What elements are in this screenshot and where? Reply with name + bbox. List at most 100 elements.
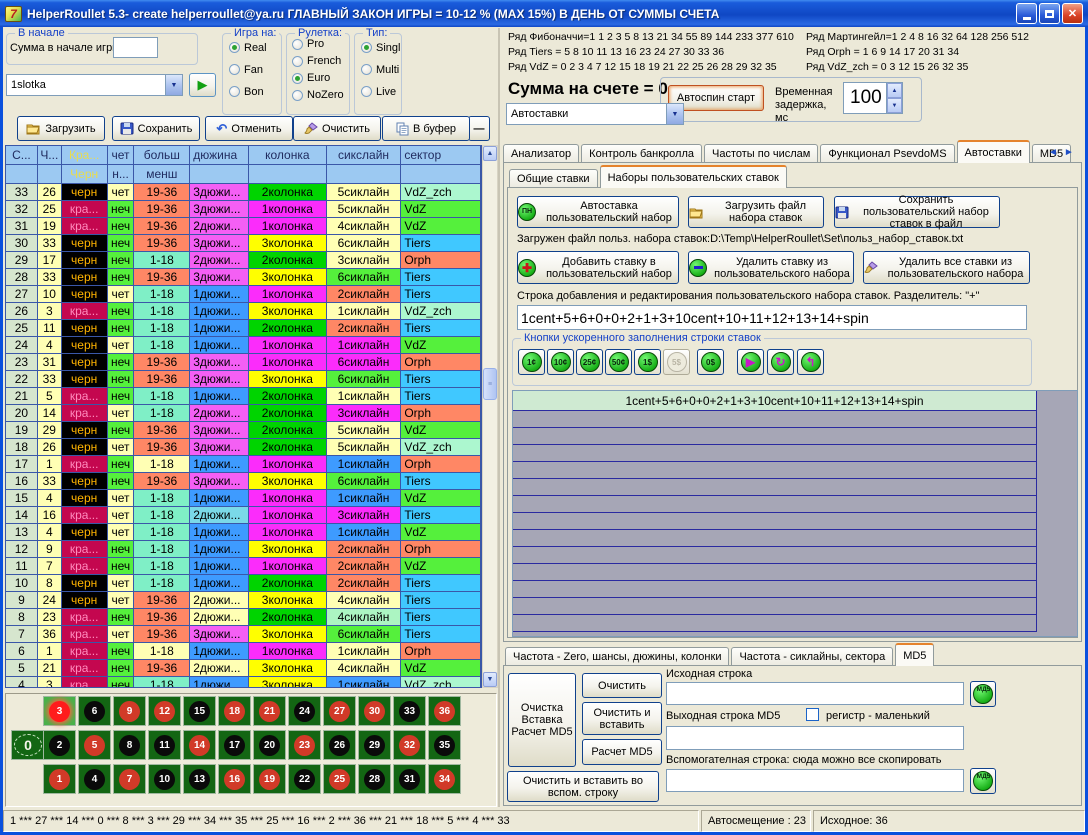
md5-source-input[interactable] — [666, 682, 964, 705]
tab-sub-2[interactable]: Наборы пользовательских ставок — [600, 165, 787, 188]
md5-aux-input[interactable] — [666, 769, 964, 792]
toolbar-open-folder-button[interactable]: Загрузить — [17, 116, 105, 141]
radio-option-French[interactable]: French — [292, 54, 349, 68]
bet-list-row[interactable] — [513, 564, 1037, 581]
coin-button-1$[interactable]: 1$ — [634, 349, 661, 375]
roulette-zero-cell[interactable]: 0 — [11, 730, 45, 760]
autobets-combo[interactable]: Автоставки ▼ — [506, 103, 684, 125]
roulette-cell-25[interactable]: 25 — [323, 764, 356, 794]
roulette-cell-12[interactable]: 12 — [148, 696, 181, 726]
roulette-cell-23[interactable]: 23 — [288, 730, 321, 760]
roulette-cell-9[interactable]: 9 — [113, 696, 146, 726]
tab-freq-3[interactable]: MD5 — [895, 643, 934, 666]
roulette-cell-30[interactable]: 30 — [358, 696, 391, 726]
bet-list-row[interactable] — [513, 479, 1037, 496]
delay-spinner[interactable]: 100 ▲ ▼ — [843, 82, 903, 114]
delete-all-bets-button[interactable]: Удалить все ставки из пользовательского … — [863, 251, 1030, 284]
md5-calc-button[interactable]: Расчет MD5 — [582, 739, 662, 765]
roulette-cell-34[interactable]: 34 — [428, 764, 461, 794]
bet-list-row-active[interactable]: 1cent+5+6+0+0+2+1+3+10cent+10+11+12+13+1… — [513, 391, 1037, 411]
play-button[interactable]: ▶ — [737, 349, 764, 375]
md5-calc-aux-button[interactable]: МД5 — [970, 768, 996, 794]
roulette-cell-24[interactable]: 24 — [288, 696, 321, 726]
tab-scroll-right-icon[interactable]: ► — [1064, 147, 1074, 158]
roulette-cell-8[interactable]: 8 — [113, 730, 146, 760]
roulette-cell-10[interactable]: 10 — [148, 764, 181, 794]
radio-option-Live[interactable]: Live — [361, 83, 401, 100]
title-bar[interactable]: 7 HelperRoullet 5.3- create helperroulle… — [0, 0, 1088, 27]
tab-sub-1[interactable]: Общие ставки — [509, 169, 598, 188]
bet-list-row[interactable] — [513, 496, 1037, 513]
roulette-cell-19[interactable]: 19 — [253, 764, 286, 794]
roulette-cell-32[interactable]: 32 — [393, 730, 426, 760]
maximize-button[interactable] — [1039, 3, 1060, 24]
md5-clear-paste-aux-button[interactable]: Очистить и вставить во вспом. строку — [507, 771, 659, 802]
bet-list-row[interactable] — [513, 615, 1037, 632]
spinner-up-icon[interactable]: ▲ — [887, 83, 902, 98]
roulette-cell-14[interactable]: 14 — [183, 730, 216, 760]
roulette-cell-11[interactable]: 11 — [148, 730, 181, 760]
tab-main-1[interactable]: Анализатор — [503, 144, 579, 163]
delete-bet-button[interactable]: Удалить ставку из пользовательского набо… — [688, 251, 854, 284]
coin-button-0$[interactable]: 0$ — [697, 349, 724, 375]
minimize-button[interactable] — [1016, 3, 1037, 24]
chevron-down-icon[interactable]: ▼ — [666, 104, 683, 124]
coin-button-25¢[interactable]: 25¢ — [576, 349, 603, 375]
toolbar-undo-button[interactable]: ↶Отменить — [205, 116, 293, 141]
roulette-cell-31[interactable]: 31 — [393, 764, 426, 794]
scrollbar-thumb[interactable]: ≡ — [483, 368, 497, 400]
bet-list-row[interactable] — [513, 581, 1037, 598]
radio-option-Pro[interactable]: Pro — [292, 37, 349, 51]
radio-option-NoZero[interactable]: NoZero — [292, 88, 349, 102]
roulette-cell-15[interactable]: 15 — [183, 696, 216, 726]
md5-output-input[interactable] — [666, 726, 964, 750]
toolbar-copy-button[interactable]: В буфер — [382, 116, 470, 141]
save-bet-set-file-button[interactable]: Сохранить пользовательский набор ставок … — [834, 196, 1000, 228]
route-button[interactable]: ↰ — [797, 349, 824, 375]
bet-list-row[interactable] — [513, 411, 1037, 428]
collapse-button[interactable]: — — [468, 116, 490, 141]
start-sum-input[interactable] — [113, 37, 158, 58]
spinner-down-icon[interactable]: ▼ — [887, 98, 902, 113]
history-table-scrollbar[interactable]: ▲ ≡ ▼ — [482, 145, 498, 688]
toolbar-brush-button[interactable]: Очистить — [293, 116, 381, 141]
roulette-cell-27[interactable]: 27 — [323, 696, 356, 726]
refresh-button[interactable]: ↻ — [767, 349, 794, 375]
tab-scroll-left-icon[interactable]: ◄ — [1048, 147, 1058, 158]
radio-option-Singl[interactable]: Singl — [361, 39, 401, 56]
roulette-cell-3[interactable]: 3 — [43, 696, 76, 726]
md5-clear-paste-calc-button[interactable]: Очистка Вставка Расчет MD5 — [508, 673, 576, 767]
md5-clear-and-paste-button[interactable]: Очистить и вставить — [582, 702, 662, 735]
autobet-user-set-button[interactable]: ПН Автоставка пользовательский набор — [517, 196, 679, 228]
bet-list-row[interactable] — [513, 547, 1037, 564]
bet-list-row[interactable] — [513, 445, 1037, 462]
load-bet-set-file-button[interactable]: Загрузить файл набора ставок — [688, 196, 824, 228]
roulette-cell-18[interactable]: 18 — [218, 696, 251, 726]
bet-list-row[interactable] — [513, 598, 1037, 615]
coin-button-50¢[interactable]: 50¢ — [605, 349, 632, 375]
close-button[interactable]: ✕ — [1062, 3, 1083, 24]
roulette-cell-1[interactable]: 1 — [43, 764, 76, 794]
md5-calc-source-button[interactable]: МД5 — [970, 681, 996, 707]
roulette-cell-28[interactable]: 28 — [358, 764, 391, 794]
bet-list-row[interactable] — [513, 513, 1037, 530]
slot-combo[interactable]: 1slotka ▼ — [6, 74, 183, 96]
roulette-cell-29[interactable]: 29 — [358, 730, 391, 760]
roulette-cell-20[interactable]: 20 — [253, 730, 286, 760]
roulette-cell-7[interactable]: 7 — [113, 764, 146, 794]
coin-button-10¢[interactable]: 10¢ — [547, 349, 574, 375]
chevron-down-icon[interactable]: ▼ — [165, 75, 182, 95]
tab-main-5[interactable]: Автоставки — [957, 140, 1030, 163]
roulette-cell-2[interactable]: 2 — [43, 730, 76, 760]
radio-option-Real[interactable]: Real — [229, 39, 281, 56]
start-play-button[interactable]: ▶ — [189, 73, 216, 97]
roulette-cell-6[interactable]: 6 — [78, 696, 111, 726]
tab-main-4[interactable]: Функционал PsevdoMS — [820, 144, 954, 163]
coin-button-1¢[interactable]: 1¢ — [518, 349, 545, 375]
bet-list-row[interactable] — [513, 428, 1037, 445]
roulette-cell-35[interactable]: 35 — [428, 730, 461, 760]
scroll-down-icon[interactable]: ▼ — [483, 672, 497, 687]
radio-option-Multi[interactable]: Multi — [361, 61, 401, 78]
roulette-cell-16[interactable]: 16 — [218, 764, 251, 794]
md5-clear-button[interactable]: Очистить — [582, 673, 662, 698]
